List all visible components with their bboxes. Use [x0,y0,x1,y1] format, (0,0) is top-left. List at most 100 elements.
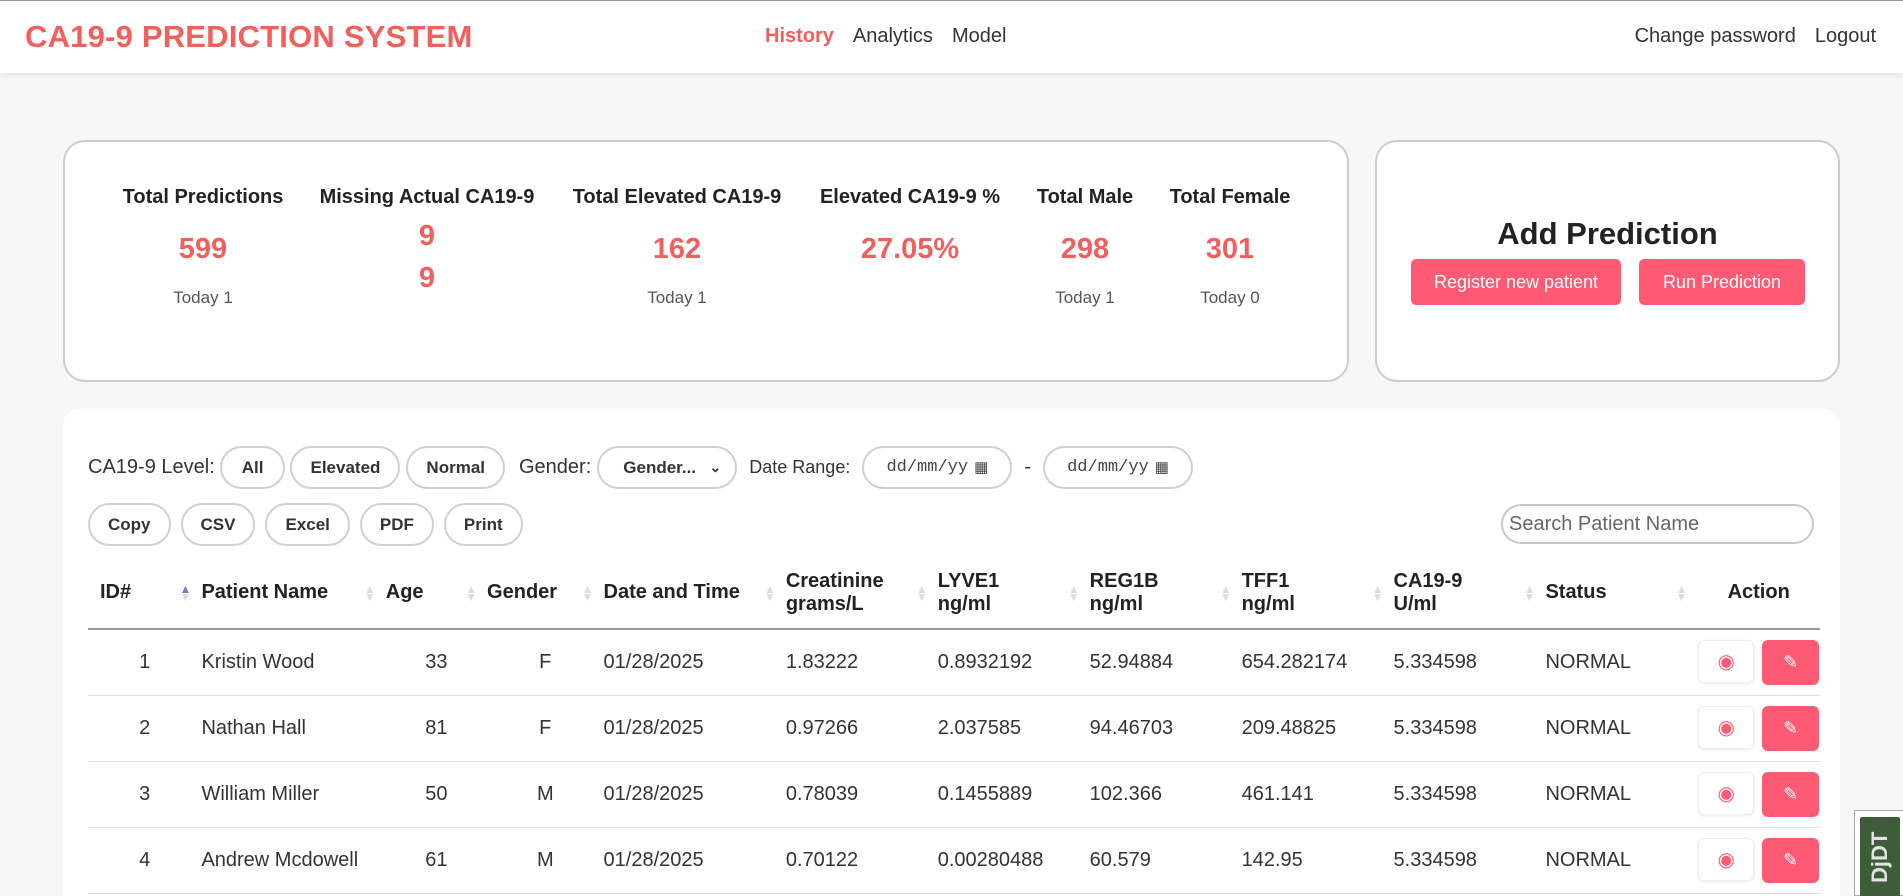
th-gender[interactable]: Gender ▲ ▼ [487,557,604,630]
sort-icon: ▲ ▼ [1219,581,1232,604]
cell-patient-name: William Miller [201,761,386,828]
th-ca199-label: CA19-9 [1393,569,1463,592]
th-id[interactable]: ID# ▲ ▼ [88,557,202,630]
stat-value: 301 [1205,233,1255,265]
gender-select[interactable]: Gender... ⌄ [597,446,738,489]
th-id-label: ID# [100,581,132,603]
cell-gender: M [487,827,604,894]
cell-lyve1: 2.037585 [937,695,1090,762]
view-button[interactable]: ◉ [1698,639,1755,683]
th-age-label: Age [385,581,424,603]
cell-action: ◉ ✎ [1697,695,1820,762]
filter-all-button[interactable]: All [219,446,286,489]
stat-label: Missing Actual CA19-9 [319,186,535,208]
stat-total-predictions: Total Predictions 599 Today 1 [123,186,284,308]
cell-reg1b: 52.94884 [1089,629,1242,696]
th-creatinine[interactable]: Creatinine grams/L ▲ ▼ [785,557,938,630]
cell-id: 1 [88,629,202,696]
cell-ca199: 5.334598 [1393,761,1546,828]
edit-icon: ✎ [1783,849,1799,870]
cell-reg1b: 102.366 [1089,761,1242,828]
user-nav: Change password Logout [1635,25,1876,48]
cell-action: ◉ ✎ [1697,629,1820,696]
csv-button[interactable]: CSV [180,503,256,546]
django-debug-toolbar-handle[interactable]: DjDT [1854,810,1903,896]
th-reg1b[interactable]: REG1B ng/ml ▲ ▼ [1089,557,1242,630]
edit-button[interactable]: ✎ [1762,771,1820,817]
logout-link[interactable]: Logout [1815,25,1876,48]
cell-status: NORMAL [1545,827,1698,894]
stat-label: Total Elevated CA19-9 [572,186,782,208]
edit-button[interactable]: ✎ [1762,837,1820,883]
gender-select-value: Gender... [623,457,697,477]
cell-patient-name: Kristin Wood [201,629,386,696]
cell-gender: M [487,761,604,828]
date-range-label: Date Range: [749,457,851,477]
top-navbar: CA19-9 PREDICTION SYSTEM History Analyti… [0,0,1903,73]
filter-bar: CA19-9 Level: All Elevated Normal Gender… [88,446,1194,489]
sort-icon: ▲ ▼ [465,581,478,604]
change-password-link[interactable]: Change password [1635,25,1796,48]
stat-label: Total Female [1169,186,1291,208]
predictions-table-card: CA19-9 Level: All Elevated Normal Gender… [63,409,1840,896]
print-button[interactable]: Print [443,503,523,546]
sort-icon: ▲ ▼ [363,581,376,604]
excel-button[interactable]: Excel [265,503,350,546]
brand-title[interactable]: CA19-9 PREDICTION SYSTEM [25,19,473,55]
cell-patient-name: Nathan Hall [201,695,386,762]
th-lyve1[interactable]: LYVE1 ng/ml ▲ ▼ [937,557,1090,630]
cell-creatinine: 1.83222 [785,629,938,696]
cell-creatinine: 0.78039 [785,761,938,828]
search-patient-input[interactable] [1501,504,1814,544]
th-action-label: Action [1727,581,1790,603]
th-action: Action [1697,557,1820,630]
date-from-placeholder: dd/mm/yy [886,458,969,477]
cell-reg1b: 60.579 [1089,827,1242,894]
cell-tff1: 142.95 [1241,827,1394,894]
level-filter-label: CA19-9 Level: [88,456,215,478]
th-ca199[interactable]: CA19-9 U/ml ▲ ▼ [1393,557,1546,630]
filter-normal-button[interactable]: Normal [406,446,505,489]
th-datetime[interactable]: Date and Time ▲ ▼ [603,557,786,630]
main-nav: History Analytics Model [765,25,1006,48]
cell-tff1: 654.282174 [1241,629,1394,696]
run-prediction-button[interactable]: Run Prediction [1639,259,1805,305]
cell-id: 2 [88,695,202,762]
date-from-input[interactable]: dd/mm/yy ▦ [862,446,1013,489]
nav-model[interactable]: Model [952,25,1006,48]
nav-history[interactable]: History [765,25,834,48]
stat-total-female: Total Female 301 Today 0 [1170,186,1291,308]
cell-date: 01/28/2025 [603,695,786,762]
th-age[interactable]: Age ▲ ▼ [385,557,488,630]
cell-action: ◉ ✎ [1697,761,1820,828]
th-patient-name[interactable]: Patient Name ▲ ▼ [201,557,386,630]
filter-elevated-button[interactable]: Elevated [290,446,401,489]
cell-date: 01/28/2025 [603,761,786,828]
view-button[interactable]: ◉ [1698,705,1755,749]
th-tff1-label: TFF1 [1241,569,1290,592]
nav-analytics[interactable]: Analytics [853,25,933,48]
edit-button[interactable]: ✎ [1762,705,1820,751]
th-lyve1-label: LYVE1 [937,569,1000,592]
pdf-button[interactable]: PDF [359,503,434,546]
table-row: 3 William Miller 50 M 01/28/2025 0.78039 0.145… [88,761,1820,828]
th-creatinine-label: Creatinine [785,569,884,592]
stat-elevated-pct: Elevated CA19-9 % 27.05% [820,186,1000,266]
cell-status: NORMAL [1545,629,1698,696]
copy-button[interactable]: Copy [88,503,171,546]
table-body: 1 Kristin Wood 33 F 01/28/2025 1.83222 0.89321… [88,629,1820,894]
th-ca199-unit: U/ml [1393,592,1437,615]
sort-icon: ▲ ▼ [1371,581,1384,604]
register-patient-button[interactable]: Register new patient [1411,259,1621,305]
view-button[interactable]: ◉ [1698,771,1755,815]
date-to-input[interactable]: dd/mm/yy ▦ [1043,446,1194,489]
edit-button[interactable]: ✎ [1762,639,1820,685]
stat-value: 162 [652,233,702,265]
calendar-icon: ▦ [1154,460,1169,477]
cell-gender: F [487,629,604,696]
view-button[interactable]: ◉ [1698,837,1755,881]
cell-lyve1: 0.8932192 [937,629,1090,696]
th-status[interactable]: Status ▲ ▼ [1545,557,1698,630]
stat-today: Today 0 [1200,288,1260,307]
th-tff1[interactable]: TFF1 ng/ml ▲ ▼ [1241,557,1394,630]
